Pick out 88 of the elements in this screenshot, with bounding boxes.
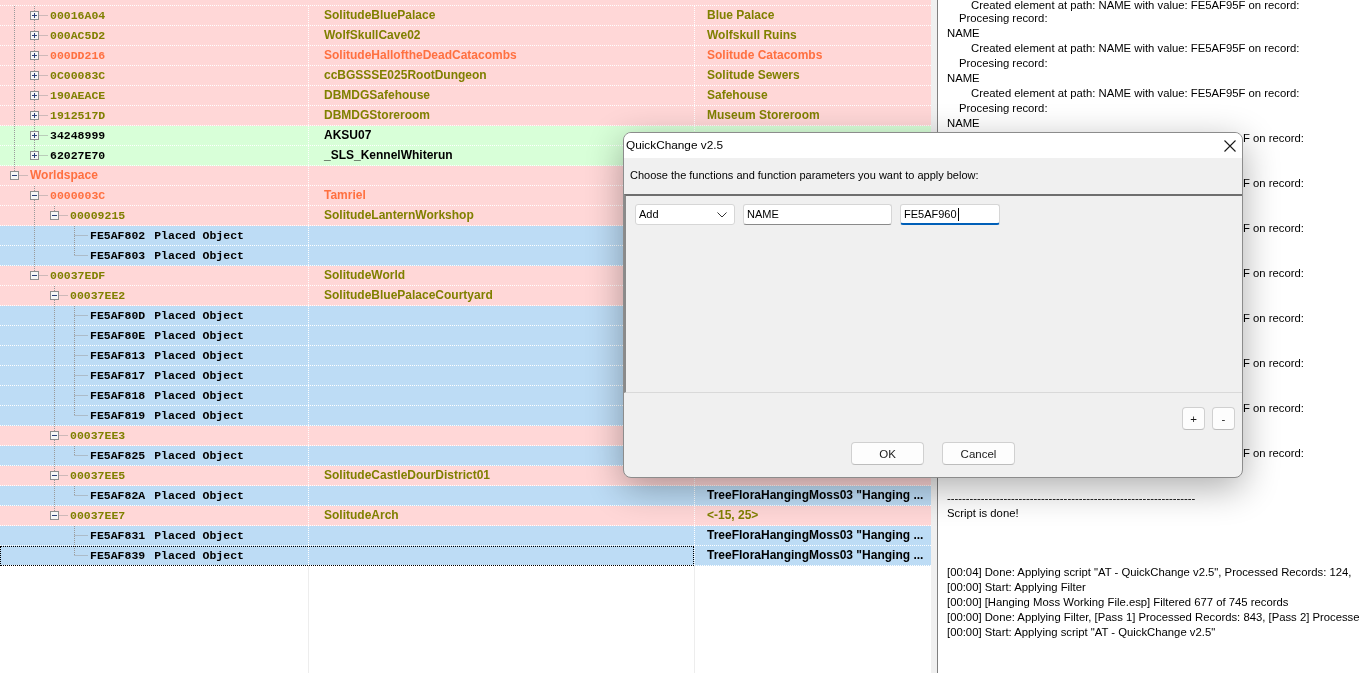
log-text: F on record: [1243, 446, 1304, 461]
editor-id-text: SolitudeCastleDourDistrict01 [324, 468, 491, 483]
form-id-text: 00016A04 [50, 8, 106, 23]
form-id-text: 1912517D [50, 108, 106, 123]
log-message: [00:00] Done: Applying Filter, [Pass 1] Processed Records: 843, [Pass 2] Processe [947, 610, 1360, 625]
log-text: Created element at path: NAME with value: FE5AF95F on record: [971, 41, 1300, 56]
record-type-text: Placed Object [154, 348, 244, 363]
form-id-text: FE5AF80D [90, 308, 146, 323]
record-type-text: Placed Object [154, 528, 244, 543]
form-id-text: 0000003C [50, 188, 106, 203]
log-text: Procesing record: [959, 56, 1048, 71]
form-id-text: 00037EE2 [70, 288, 126, 303]
record-type-text: Placed Object [154, 308, 244, 323]
record-type-text: Placed Object [154, 448, 244, 463]
form-id-text: FE5AF817 [90, 368, 146, 383]
log-text: NAME [947, 26, 980, 41]
editor-id-text: DBMDGSafehouse [324, 88, 430, 103]
log-text: F on record: [1243, 311, 1304, 326]
editor-id-text: ccBGSSSE025RootDungeon [324, 68, 487, 83]
log-message: [00:00] [Hanging Moss Working File.esp] Filtered 677 of 745 records [947, 595, 1289, 610]
log-message: [00:00] Start: Applying script "AT - QuickChange v2.5" [947, 625, 1216, 640]
form-id-text: FE5AF803 [90, 248, 146, 263]
record-name-text: Blue Palace [707, 8, 775, 23]
form-id-text: 34248999 [50, 128, 106, 143]
form-id-text: 62027E70 [50, 148, 106, 163]
record-type-text: Placed Object [154, 368, 244, 383]
log-text: Procesing record: [959, 101, 1048, 116]
log-text: F on record: [1243, 176, 1304, 191]
editor-id-text: Tamriel [324, 188, 366, 203]
log-text: ------------------------------------------------------------------ [947, 491, 1196, 506]
form-id-text: 000DD216 [50, 48, 106, 63]
log-text: Script is done! [947, 506, 1019, 521]
editor-id-text: DBMDGStoreroom [324, 108, 430, 123]
record-name-text: Solitude Catacombs [707, 48, 823, 63]
form-id-text: FE5AF813 [90, 348, 146, 363]
form-id-text: FE5AF802 [90, 228, 146, 243]
record-name-text: TreeFloraHangingMoss03 "Hanging ... [707, 528, 924, 543]
form-id-text: 000AC5D2 [50, 28, 106, 43]
log-text: NAME [947, 71, 980, 86]
record-type-text: Placed Object [154, 228, 244, 243]
record-type-text: Placed Object [154, 408, 244, 423]
editor-id-text: SolitudeHalloftheDeadCatacombs [324, 48, 517, 63]
editor-id-text: AKSU07 [324, 128, 372, 143]
form-id-text: 00037EE5 [70, 468, 126, 483]
form-id-text: 0C00083C [50, 68, 106, 83]
log-text: F on record: [1243, 266, 1304, 281]
record-name-text: Solitude Sewers [707, 68, 800, 83]
record-name-text: <-15, 25> [707, 508, 759, 523]
record-type-text: Placed Object [154, 488, 244, 503]
record-type-text: Placed Object [154, 548, 244, 563]
editor-id-text: SolitudeBluePalace [324, 8, 436, 23]
log-text: F on record: [1243, 131, 1304, 146]
form-id-text: FE5AF825 [90, 448, 146, 463]
group-label: Worldspace [30, 168, 98, 183]
record-name-text: Wolfskull Ruins [707, 28, 797, 43]
log-text: F on record: [1243, 221, 1304, 236]
editor-id-text: WolfSkullCave02 [324, 28, 421, 43]
log-text: F on record: [1243, 356, 1304, 371]
editor-id-text: SolitudeArch [324, 508, 399, 523]
log-text: Created element at path: NAME with value: FE5AF95F on record: [971, 0, 1300, 11]
record-name-text: Museum Storeroom [707, 108, 820, 123]
form-id-text: 00009215 [70, 208, 126, 223]
record-type-text: Placed Object [154, 328, 244, 343]
form-id-text: FE5AF831 [90, 528, 146, 543]
form-id-text: FE5AF819 [90, 408, 146, 423]
editor-id-text: _SLS_KennelWhiterun [324, 148, 453, 163]
log-message: [00:04] Done: Applying script "AT - QuickChange v2.5", Processed Records: 124, [947, 565, 1352, 580]
record-type-text: Placed Object [154, 248, 244, 263]
form-id-text: FE5AF80E [90, 328, 146, 343]
editor-id-text: SolitudeBluePalaceCourtyard [324, 288, 493, 303]
editor-id-text: SolitudeLanternWorkshop [324, 208, 474, 223]
log-text: NAME [947, 116, 980, 131]
form-id-text: FE5AF818 [90, 388, 146, 403]
form-id-text: 00037EE3 [70, 428, 126, 443]
record-name-text: Safehouse [707, 88, 768, 103]
record-type-text: Placed Object [154, 388, 244, 403]
record-name-text: TreeFloraHangingMoss03 "Hanging ... [707, 488, 924, 503]
record-name-text: TreeFloraHangingMoss03 "Hanging ... [707, 548, 924, 563]
log-message: [00:00] Start: Applying Filter [947, 580, 1086, 595]
form-id-text: FE5AF82A [90, 488, 146, 503]
form-id-text: 00037EE7 [70, 508, 126, 523]
form-id-text: 00037EDF [50, 268, 106, 283]
editor-id-text: SolitudeWorld [324, 268, 406, 283]
log-text: F on record: [1243, 401, 1304, 416]
form-id-text: 190AEACE [50, 88, 106, 103]
form-id-text: FE5AF839 [90, 548, 146, 563]
log-text: Created element at path: NAME with value: FE5AF95F on record: [971, 86, 1300, 101]
log-text: Procesing record: [959, 11, 1048, 26]
